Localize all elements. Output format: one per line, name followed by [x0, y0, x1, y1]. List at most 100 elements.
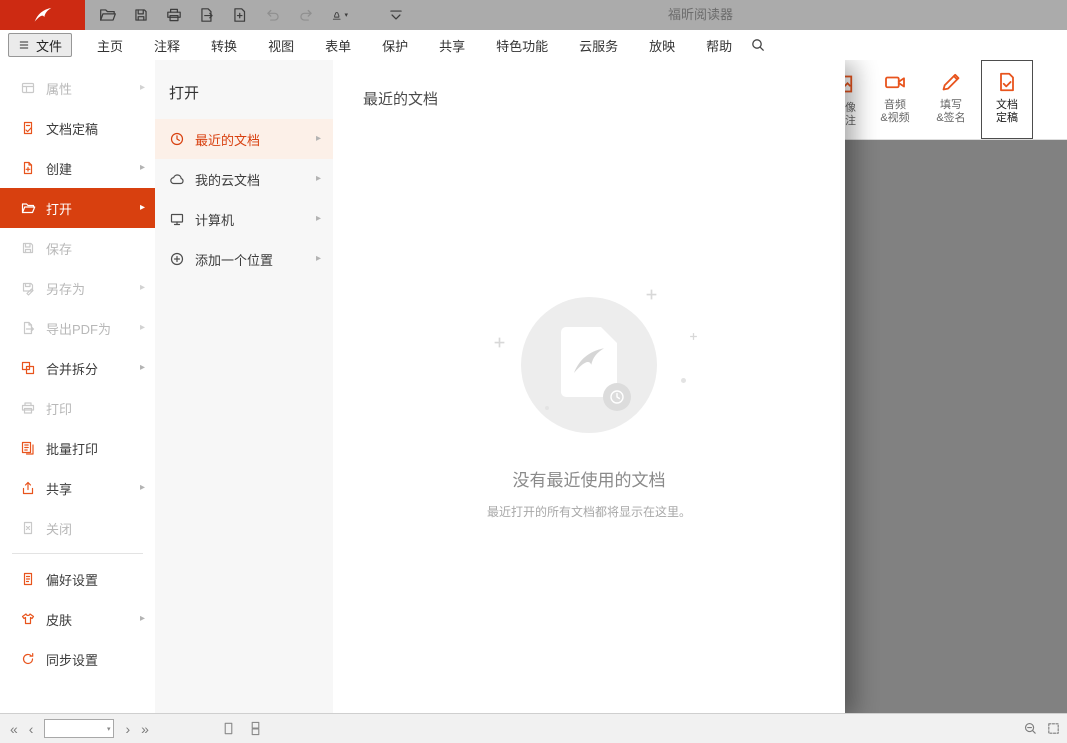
tab-form[interactable]: 表单	[325, 36, 351, 55]
decor-dot	[681, 378, 686, 383]
decor-plus	[689, 328, 698, 337]
tab-convert[interactable]: 转换	[211, 36, 237, 55]
open-item-computer[interactable]: 计算机 ▸	[155, 199, 333, 239]
tab-slideshow[interactable]: 放映	[649, 36, 675, 55]
submenu-arrow-icon: ▸	[316, 254, 321, 264]
doc-finalize-icon	[20, 120, 36, 136]
app-window: ▾ 福昕阅读器 文件 主页 注释 转换 视图 表单 保护 共享 特色功能 云服务 放映 帮助 像 注…	[0, 0, 1067, 743]
sidebar-item-sync-settings[interactable]: 同步设置	[0, 639, 155, 679]
sidebar-item-doc-finalize[interactable]: 文档定稿	[0, 108, 155, 148]
tab-comment[interactable]: 注释	[154, 36, 180, 55]
decor-plus	[493, 336, 506, 349]
preferences-icon	[20, 571, 36, 587]
doc-check-icon	[995, 70, 1019, 94]
submenu-arrow-icon: ▸	[140, 323, 145, 333]
combo-caret-icon: ▾	[107, 725, 111, 733]
open-item-label: 最近的文档	[195, 130, 260, 149]
tab-home[interactable]: 主页	[97, 36, 123, 55]
sidebar-item-label: 打印	[46, 399, 72, 418]
new-doc-icon[interactable]	[231, 6, 249, 24]
ribbon-button-partial[interactable]: 像 注	[845, 60, 865, 139]
ribbon-button-doc-finalize[interactable]: 文档定稿	[981, 60, 1033, 139]
partial-label-line1: 像	[845, 102, 865, 115]
tab-protect[interactable]: 保护	[382, 36, 408, 55]
sidebar-item-skin[interactable]: 皮肤▸	[0, 599, 155, 639]
tab-view[interactable]: 视图	[268, 36, 294, 55]
empty-state-title: 没有最近使用的文档	[333, 466, 845, 491]
combine-icon	[20, 360, 36, 376]
redo-icon[interactable]	[297, 6, 315, 24]
page-number-combo[interactable]: ▾	[44, 719, 114, 738]
sidebar-item-label: 关闭	[46, 519, 72, 538]
tab-features[interactable]: 特色功能	[496, 36, 548, 55]
sidebar-item-preferences[interactable]: 偏好设置	[0, 559, 155, 599]
open-item-label: 计算机	[195, 210, 234, 229]
next-page-button[interactable]: ›	[125, 722, 130, 736]
file-menu-button[interactable]: 文件	[8, 33, 72, 57]
partial-label-line2: 注	[845, 115, 865, 128]
video-icon	[883, 70, 907, 94]
first-page-button[interactable]: «	[10, 722, 18, 736]
last-page-button[interactable]: »	[141, 722, 149, 736]
sidebar-item-label: 偏好设置	[46, 570, 98, 589]
close-doc-icon	[20, 520, 36, 536]
create-icon	[20, 160, 36, 176]
print-icon[interactable]	[165, 6, 183, 24]
image-annot-icon	[845, 72, 855, 96]
open-icon	[20, 200, 36, 216]
save-icon[interactable]	[132, 6, 150, 24]
sidebar-item-combine-split[interactable]: 合并拆分▸	[0, 348, 155, 388]
submenu-arrow-icon: ▸	[316, 174, 321, 184]
print-icon2	[20, 400, 36, 416]
sidebar-item-create[interactable]: 创建▸	[0, 148, 155, 188]
tab-share[interactable]: 共享	[439, 36, 465, 55]
ribbon-tab-bar: 主页 注释 转换 视图 表单 保护 共享 特色功能 云服务 放映 帮助	[97, 36, 732, 55]
empty-state-subtitle: 最近打开的所有文档都将显示在这里。	[333, 503, 845, 520]
sidebar-item-save: 保存	[0, 228, 155, 268]
sidebar-item-label: 同步设置	[46, 650, 98, 669]
ribbon-button-fill-sign[interactable]: 填写&签名	[925, 60, 977, 139]
open-item-add-a-place[interactable]: 添加一个位置▸	[155, 239, 333, 279]
sidebar-item-label: 合并拆分	[46, 359, 98, 378]
open-item-recent-documents[interactable]: 最近的文档 ▸	[155, 119, 333, 159]
submenu-arrow-icon: ▸	[316, 134, 321, 144]
qat-customize-icon[interactable]	[387, 6, 405, 24]
continuous-view-icon[interactable]	[248, 721, 263, 736]
tab-help[interactable]: 帮助	[706, 36, 732, 55]
export-doc-icon[interactable]	[198, 6, 216, 24]
zoom-out-icon[interactable]	[1023, 721, 1038, 736]
sidebar-item-share[interactable]: 共享▸	[0, 468, 155, 508]
sidebar-item-label: 另存为	[46, 279, 85, 298]
empty-state-illustration	[521, 297, 657, 433]
ribbon-button-audio-video[interactable]: 音频&视频	[869, 60, 921, 139]
foxit-bird-graphic	[571, 343, 607, 379]
submenu-arrow-icon: ▸	[316, 214, 321, 224]
sidebar-item-label: 保存	[46, 239, 72, 258]
tab-cloud-service[interactable]: 云服务	[579, 36, 618, 55]
undo-icon[interactable]	[264, 6, 282, 24]
skin-icon	[20, 611, 36, 627]
marquee-zoom-icon[interactable]	[1046, 721, 1061, 736]
recent-documents-panel: 最近的文档 没有最近使用的文档 最近打开的所有文档都将显示在这里。	[333, 60, 845, 713]
search-icon[interactable]	[750, 37, 766, 53]
single-page-view-icon[interactable]	[221, 721, 236, 736]
stamp-icon[interactable]: ▾	[330, 6, 348, 24]
sidebar-item-open[interactable]: 打开▸	[0, 188, 155, 228]
decor-plus	[645, 288, 658, 301]
decor-dot	[545, 406, 549, 410]
sidebar-item-print: 打印	[0, 388, 155, 428]
titlebar: ▾ 福昕阅读器	[0, 0, 1067, 30]
submenu-arrow-icon: ▸	[140, 283, 145, 293]
clock-icon	[169, 131, 185, 147]
sidebar-item-label: 创建	[46, 159, 72, 178]
prev-page-button[interactable]: ‹	[29, 722, 34, 736]
clock-badge-icon	[603, 383, 631, 411]
page-number-input[interactable]	[45, 721, 97, 736]
open-folder-icon[interactable]	[99, 6, 117, 24]
app-title: 福昕阅读器	[668, 0, 733, 30]
foxit-logo[interactable]	[0, 0, 85, 30]
sidebar-item-label: 打开	[46, 199, 72, 218]
sidebar-item-batch-print[interactable]: 批量打印	[0, 428, 155, 468]
open-item-my-cloud-documents[interactable]: 我的云文档▸	[155, 159, 333, 199]
ribbon-partial-strip: 像 注 音频&视频填写&签名文档定稿	[845, 60, 1067, 140]
